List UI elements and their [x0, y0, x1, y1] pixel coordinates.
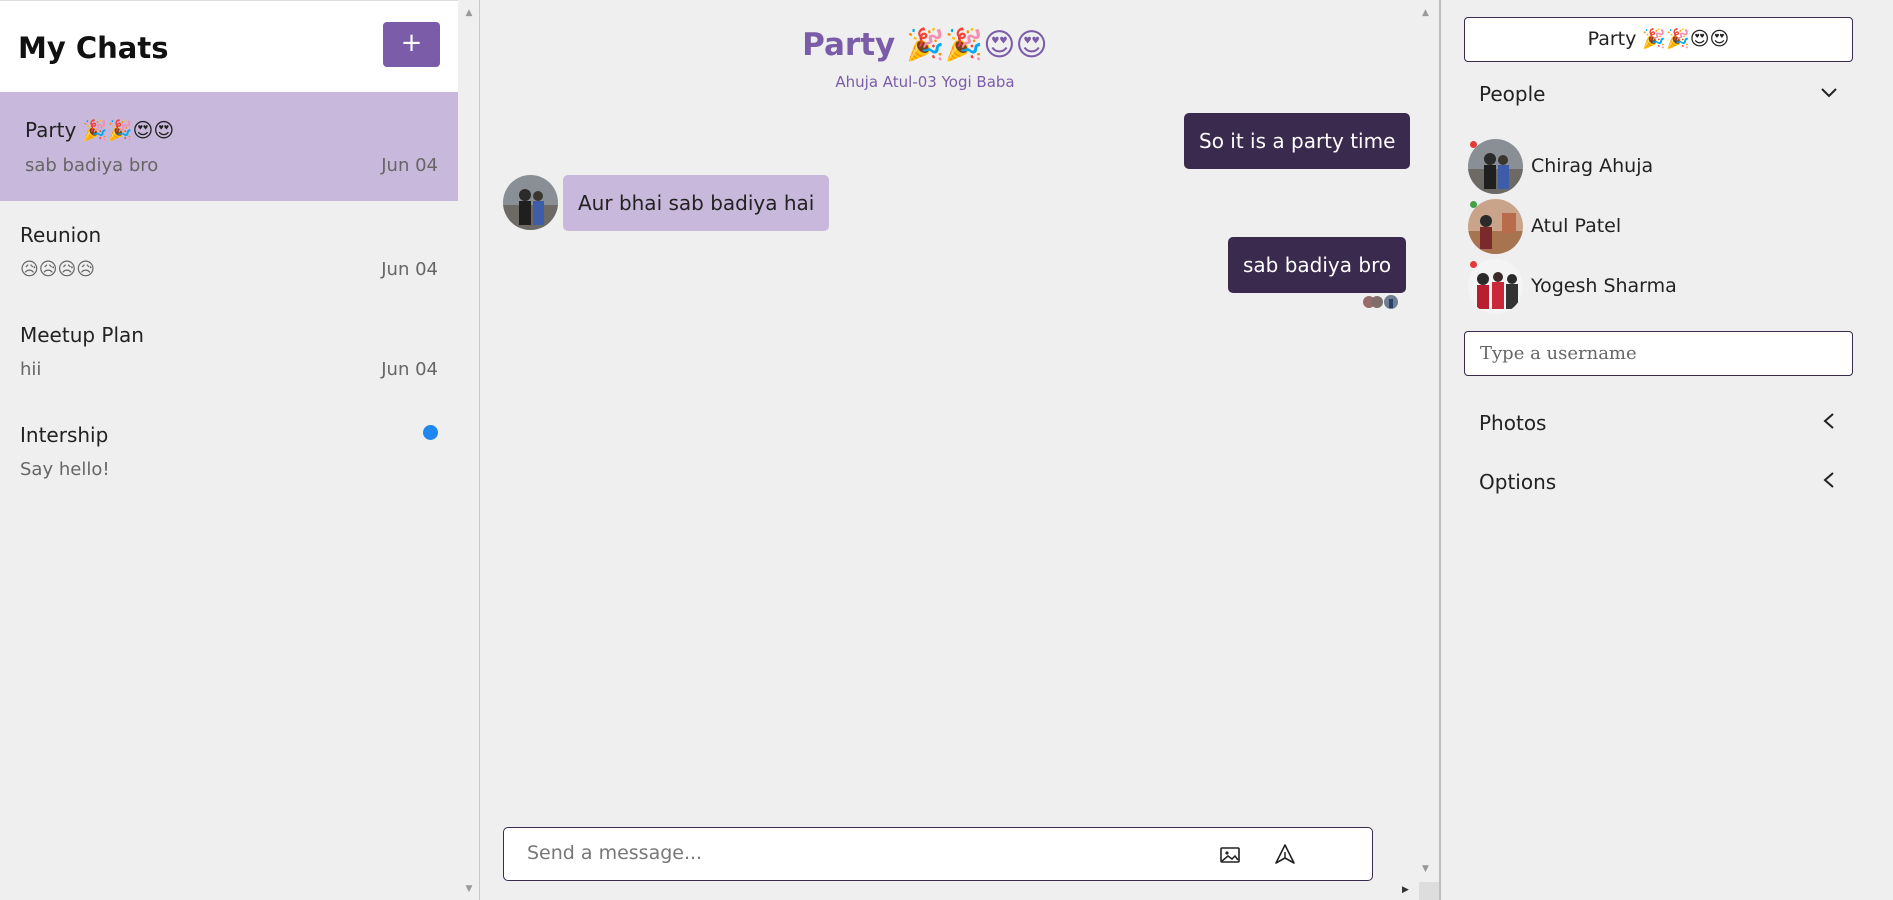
- chat-list: Party 🎉🎉😍😍 sab badiya bro Jun 04 Reunion…: [0, 92, 458, 501]
- people-section-toggle[interactable]: People: [1479, 82, 1839, 106]
- details-chat-title[interactable]: Party 🎉🎉😍😍: [1464, 17, 1853, 62]
- person-row[interactable]: Yogesh Sharma: [1468, 259, 1848, 315]
- chat-item-name: Meetup Plan: [20, 323, 144, 347]
- message-input[interactable]: [527, 842, 1177, 864]
- chat-item-preview: Say hello!: [20, 459, 110, 480]
- new-chat-button[interactable]: +: [383, 22, 440, 67]
- chat-item-name: Intership: [20, 423, 109, 447]
- chevron-down-icon: [1821, 88, 1837, 98]
- scrollbar-corner: [1419, 882, 1439, 900]
- person-name: Atul Patel: [1531, 215, 1622, 237]
- options-section-label: Options: [1479, 470, 1557, 494]
- read-receipt-avatars-icon: [1363, 295, 1398, 309]
- people-section-label: People: [1479, 82, 1546, 106]
- sidebar-scroll-up-arrow[interactable]: ▲: [463, 8, 475, 20]
- read-receipts: [1357, 294, 1402, 310]
- chat-item-date: Jun 04: [381, 259, 438, 280]
- chat-scroll-right-arrow[interactable]: ▶: [1402, 885, 1414, 895]
- chat-item-preview: sab badiya bro: [25, 155, 159, 176]
- chat-item-name: Party 🎉🎉😍😍: [25, 118, 175, 142]
- chat-list-item-intership[interactable]: Intership Say hello!: [0, 401, 458, 501]
- person-name: Chirag Ahuja: [1531, 155, 1654, 177]
- person-name: Yogesh Sharma: [1531, 275, 1677, 297]
- avatar-photo-icon: [503, 175, 558, 230]
- chat-item-date: Jun 04: [381, 155, 438, 176]
- avatar-photo-icon: [1468, 259, 1523, 314]
- person-row[interactable]: Atul Patel: [1468, 199, 1848, 255]
- chat-item-preview: 😥😥😥😥: [20, 259, 96, 280]
- avatar-photo-icon: [1468, 139, 1523, 194]
- message-bubble-incoming: Aur bhai sab badiya hai: [563, 175, 830, 231]
- chat-members: Ahuja Atul-03 Yogi Baba: [835, 73, 1015, 91]
- avatar-photo-icon: [1468, 199, 1523, 254]
- image-icon[interactable]: [1218, 843, 1242, 867]
- chat-list-item-party[interactable]: Party 🎉🎉😍😍 sab badiya bro Jun 04: [0, 92, 458, 201]
- avatar: [1468, 139, 1523, 194]
- chat-list-item-meetup-plan[interactable]: Meetup Plan hii Jun 04: [0, 301, 458, 401]
- status-indicator: [1470, 201, 1477, 208]
- add-username-input[interactable]: [1464, 331, 1853, 376]
- sidebar-title: My Chats: [18, 31, 169, 65]
- chevron-left-icon: [1823, 472, 1834, 488]
- chat-app: My Chats + Party 🎉🎉😍😍 sab badiya bro Jun…: [0, 0, 1893, 900]
- chat-title: Party 🎉🎉😍😍: [802, 27, 1048, 63]
- message-bubble-outgoing: sab badiya bro: [1228, 237, 1407, 293]
- chat-details-panel: Party 🎉🎉😍😍 People Chirag Ahuja Atul Pate…: [1441, 0, 1893, 900]
- chat-item-date: Jun 04: [381, 359, 438, 380]
- unread-indicator: [423, 425, 438, 440]
- sidebar-scroll-down-arrow[interactable]: ▼: [463, 884, 475, 896]
- status-indicator: [1470, 141, 1477, 148]
- sender-avatar[interactable]: [503, 175, 558, 230]
- sidebar-header: My Chats +: [0, 0, 458, 92]
- avatar: [1468, 199, 1523, 254]
- send-icon[interactable]: [1273, 842, 1297, 866]
- chat-item-name: Reunion: [20, 223, 102, 247]
- chat-scroll-up-arrow[interactable]: ▲: [1422, 8, 1434, 18]
- photos-section-label: Photos: [1479, 411, 1547, 435]
- chat-pane: Party 🎉🎉😍😍 Ahuja Atul-03 Yogi Baba So it…: [480, 0, 1441, 900]
- status-indicator: [1470, 261, 1477, 268]
- photos-section-toggle[interactable]: Photos: [1479, 411, 1839, 435]
- message-composer: [503, 827, 1373, 881]
- avatar: [1468, 259, 1523, 314]
- options-section-toggle[interactable]: Options: [1479, 470, 1839, 494]
- chat-item-preview: hii: [20, 359, 42, 380]
- chat-sidebar: My Chats + Party 🎉🎉😍😍 sab badiya bro Jun…: [0, 0, 480, 900]
- chat-list-item-reunion[interactable]: Reunion 😥😥😥😥 Jun 04: [0, 201, 458, 301]
- person-row[interactable]: Chirag Ahuja: [1468, 139, 1848, 195]
- chat-scroll-down-arrow[interactable]: ▼: [1422, 864, 1434, 874]
- chevron-left-icon: [1823, 413, 1834, 429]
- message-bubble-outgoing: So it is a party time: [1184, 113, 1411, 169]
